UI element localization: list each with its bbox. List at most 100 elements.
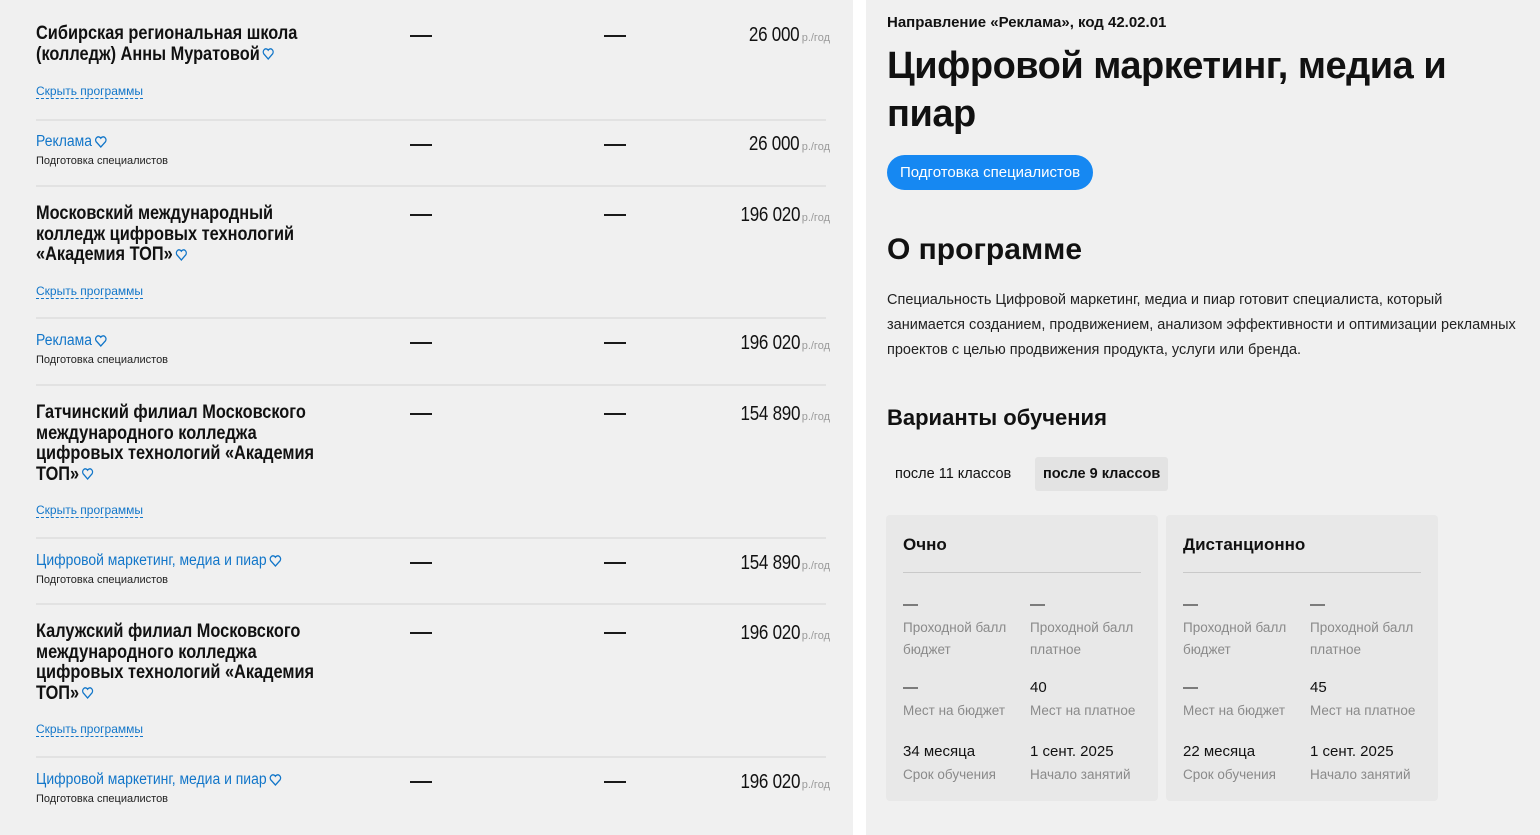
card-title: Очно bbox=[903, 535, 947, 554]
price-unit: р./год bbox=[801, 630, 830, 642]
program-type: Подготовка специалистов bbox=[36, 574, 169, 586]
program-name[interactable]: Цифровой маркетинг, медиа и пиар bbox=[36, 552, 282, 570]
program-type: Подготовка специалистов bbox=[36, 155, 169, 167]
heart-outline-icon[interactable] bbox=[269, 774, 282, 786]
heart-outline-icon[interactable] bbox=[262, 48, 274, 61]
stat-label: Срок обучения bbox=[1183, 767, 1276, 782]
stat-start-date: 1 сент. 2025 Начало занятий bbox=[1030, 742, 1155, 786]
row-divider bbox=[36, 756, 826, 758]
tab-after-11[interactable]: после 11 классов bbox=[887, 457, 1019, 491]
col1-dash bbox=[410, 781, 432, 783]
college-row: Московский международный колледж цифровы… bbox=[36, 203, 830, 316]
price-value: 26 000 bbox=[749, 24, 800, 46]
col2-dash bbox=[604, 144, 626, 146]
col1-dash bbox=[410, 214, 432, 216]
col1-dash bbox=[410, 342, 432, 344]
col2-dash bbox=[604, 781, 626, 783]
col1-dash bbox=[410, 413, 432, 415]
hide-programs-link[interactable]: Скрыть программы bbox=[36, 503, 143, 518]
price: 196 020 р./год bbox=[730, 332, 830, 355]
hide-programs-link[interactable]: Скрыть программы bbox=[36, 284, 143, 299]
card-title: Дистанционно bbox=[1183, 535, 1306, 554]
price-unit: р./год bbox=[801, 779, 830, 791]
price-unit: р./год bbox=[801, 560, 830, 572]
stat-paid-score: — Проходной балл платное bbox=[1030, 595, 1155, 661]
college-name[interactable]: Московский международный колледж цифровы… bbox=[36, 203, 346, 266]
stat-label: Мест на платное bbox=[1030, 703, 1136, 718]
heart-outline-icon[interactable] bbox=[82, 687, 94, 700]
program-name[interactable]: Реклама bbox=[36, 133, 107, 151]
college-row: Калужский филиал Московского международн… bbox=[36, 621, 830, 754]
heart-outline-icon[interactable] bbox=[175, 249, 187, 261]
program-row: Цифровой маркетинг, медиа и пиар Подгото… bbox=[36, 552, 830, 602]
hide-programs-link[interactable]: Скрыть программы bbox=[36, 84, 143, 99]
stat-paid-places: 45 Мест на платное bbox=[1310, 678, 1435, 722]
study-form-card-remote: Дистанционно — Проходной балл бюджет — Про… bbox=[1166, 515, 1438, 801]
stat-value: 1 сент. 2025 bbox=[1310, 743, 1394, 760]
program-title: Цифровой маркетинг, медиа и пиар bbox=[887, 45, 1447, 135]
price: 26 000 р./год bbox=[740, 133, 830, 156]
stat-label: Начало занятий bbox=[1030, 767, 1131, 782]
col2-dash bbox=[604, 632, 626, 634]
heart-outline-icon[interactable] bbox=[82, 468, 94, 481]
heart-outline-icon[interactable] bbox=[269, 555, 282, 567]
program-name[interactable]: Реклама bbox=[36, 332, 107, 350]
heart-outline-icon[interactable] bbox=[95, 335, 108, 347]
price-value: 196 020 bbox=[740, 622, 800, 644]
stat-budget-places: — Мест на бюджет bbox=[1183, 678, 1308, 722]
stat-value: — bbox=[903, 679, 918, 696]
stat-label: Мест на бюджет bbox=[1183, 703, 1286, 718]
variants-heading: Варианты обучения bbox=[887, 405, 1107, 430]
stat-budget-score: — Проходной балл бюджет bbox=[1183, 595, 1308, 661]
row-divider bbox=[36, 185, 826, 187]
stat-budget-score: — Проходной балл бюджет bbox=[903, 595, 1028, 661]
row-divider bbox=[36, 537, 826, 539]
heart-outline-icon[interactable] bbox=[95, 136, 108, 148]
hide-programs-link[interactable]: Скрыть программы bbox=[36, 722, 143, 737]
price: 196 020 р./год bbox=[730, 622, 830, 645]
college-row: Гатчинский филиал Московского международ… bbox=[36, 402, 830, 535]
stat-value: — bbox=[1310, 596, 1325, 613]
stat-label: Срок обучения bbox=[903, 767, 996, 782]
price-value: 196 020 bbox=[740, 204, 800, 226]
program-type: Подготовка специалистов bbox=[36, 354, 169, 366]
college-name[interactable]: Сибирская региональная школа (колледж) А… bbox=[36, 23, 346, 65]
program-row: Реклама Подготовка специалистов 196 020 р… bbox=[36, 332, 830, 382]
price-unit: р./год bbox=[801, 340, 830, 352]
stat-duration: 34 месяца Срок обучения bbox=[903, 742, 1028, 786]
stat-label: Проходной балл бюджет bbox=[903, 620, 1007, 657]
college-name[interactable]: Гатчинский филиал Московского международ… bbox=[36, 402, 346, 485]
stat-budget-places: — Мест на бюджет bbox=[903, 678, 1028, 722]
row-divider bbox=[36, 384, 826, 386]
stat-value: 22 месяца bbox=[1183, 743, 1256, 760]
stat-value: 40 bbox=[1030, 679, 1047, 696]
stat-start-date: 1 сент. 2025 Начало занятий bbox=[1310, 742, 1435, 786]
tab-after-9[interactable]: после 9 классов bbox=[1035, 457, 1169, 491]
program-detail-panel: Направление «Реклама», код 42.02.01 Цифр… bbox=[866, 0, 1540, 835]
stat-value: — bbox=[903, 596, 918, 613]
price-value: 196 020 bbox=[740, 771, 800, 793]
price: 196 020 р./год bbox=[730, 204, 830, 227]
card-divider bbox=[1183, 572, 1421, 573]
stat-label: Мест на платное bbox=[1310, 703, 1416, 718]
college-list-panel: Сибирская региональная школа (колледж) А… bbox=[0, 0, 853, 835]
about-heading: О программе bbox=[887, 233, 1083, 266]
col1-dash bbox=[410, 562, 432, 564]
price-value: 154 890 bbox=[740, 552, 800, 574]
stat-paid-places: 40 Мест на платное bbox=[1030, 678, 1155, 722]
stat-label: Проходной балл платное bbox=[1310, 620, 1414, 657]
program-name[interactable]: Цифровой маркетинг, медиа и пиар bbox=[36, 771, 282, 789]
program-type: Подготовка специалистов bbox=[36, 793, 169, 805]
price: 26 000 р./год bbox=[740, 24, 830, 47]
qualification-badge[interactable]: Подготовка специалистов bbox=[887, 155, 1094, 190]
col2-dash bbox=[604, 413, 626, 415]
college-name[interactable]: Калужский филиал Московского международн… bbox=[36, 621, 346, 704]
stat-label: Проходной балл бюджет bbox=[1183, 620, 1287, 657]
row-divider bbox=[36, 317, 826, 319]
col2-dash bbox=[604, 562, 626, 564]
stat-label: Мест на бюджет bbox=[903, 703, 1006, 718]
col1-dash bbox=[410, 35, 432, 37]
col1-dash bbox=[410, 144, 432, 146]
price: 154 890 р./год bbox=[730, 552, 830, 575]
stat-value: — bbox=[1183, 679, 1198, 696]
